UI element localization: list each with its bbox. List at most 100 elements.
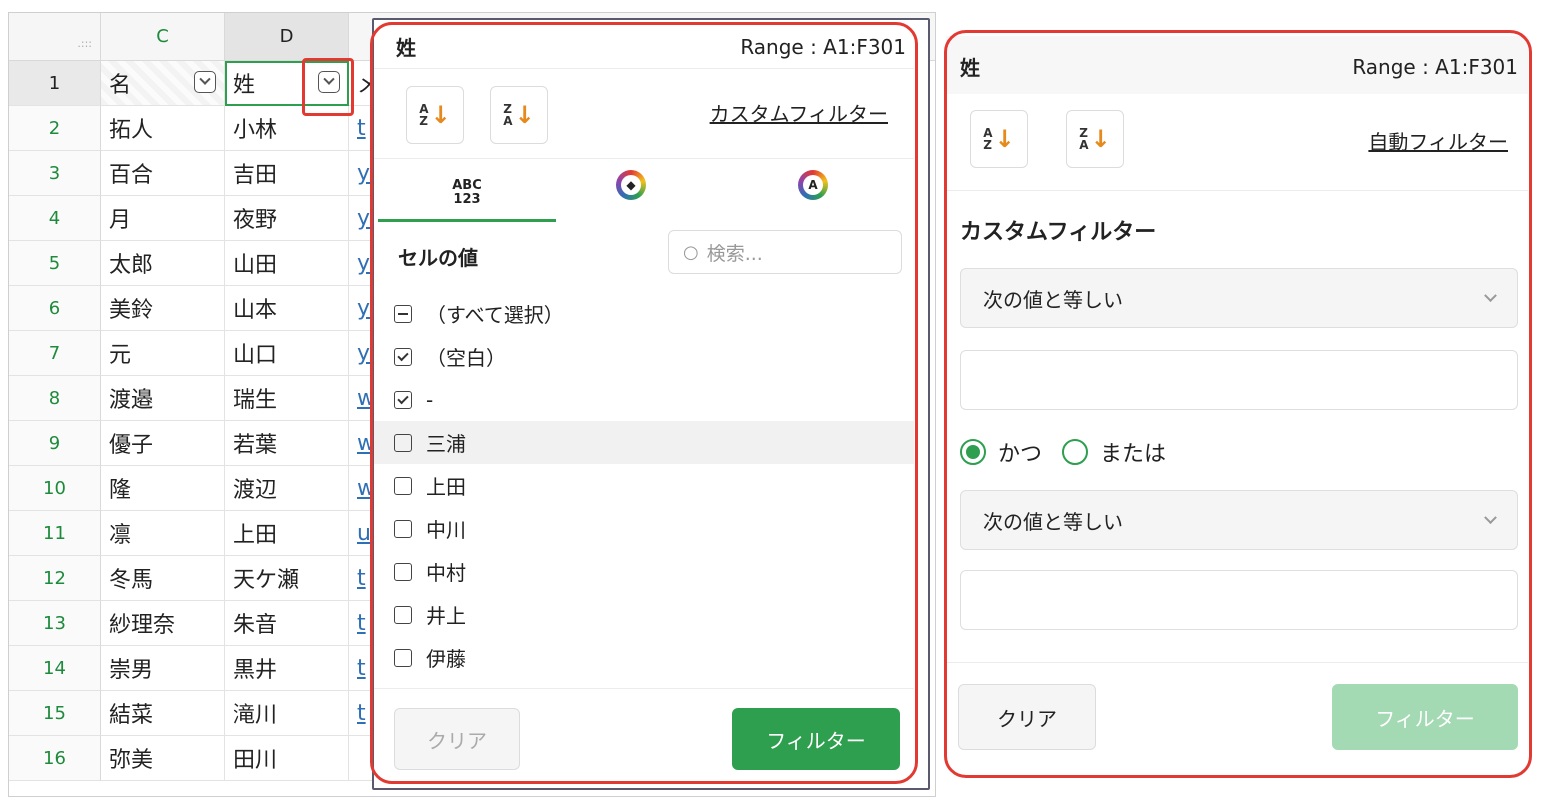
- value-label: 中川: [426, 518, 466, 542]
- cell-last-name[interactable]: 若葉: [225, 421, 349, 466]
- cell-last-name[interactable]: 朱音: [225, 601, 349, 646]
- sort-ascending-button[interactable]: AZ ↓: [970, 110, 1028, 168]
- custom-filter-link[interactable]: カスタムフィルター: [710, 98, 888, 127]
- row-number[interactable]: 12: [9, 556, 101, 601]
- checkbox[interactable]: [394, 519, 412, 538]
- row-number[interactable]: 16: [9, 736, 101, 781]
- row-number[interactable]: 9: [9, 421, 101, 466]
- cell-first-name[interactable]: 渡邉: [101, 376, 225, 421]
- checkbox[interactable]: [394, 347, 412, 366]
- filter-button[interactable]: フィルター: [732, 708, 900, 770]
- or-radio[interactable]: [1062, 439, 1089, 465]
- sort-letter: A: [503, 114, 513, 128]
- row-number[interactable]: 15: [9, 691, 101, 736]
- value-list-item[interactable]: -: [374, 378, 914, 421]
- cell-first-name[interactable]: 冬馬: [101, 556, 225, 601]
- checkbox[interactable]: [394, 304, 412, 323]
- row-number[interactable]: 3: [9, 151, 101, 196]
- cell-first-name[interactable]: 隆: [101, 466, 225, 511]
- condition-select-value: 次の値と等しい: [983, 509, 1123, 534]
- header-cell-last-name[interactable]: 姓: [225, 61, 349, 106]
- search-input[interactable]: ○ 検索...: [668, 230, 902, 274]
- cell-last-name[interactable]: 小林: [225, 106, 349, 151]
- cell-first-name[interactable]: 太郎: [101, 241, 225, 286]
- condition-select-1[interactable]: 次の値と等しい: [960, 268, 1518, 328]
- row-number[interactable]: 14: [9, 646, 101, 691]
- cell-first-name[interactable]: 百合: [101, 151, 225, 196]
- filter-dropdown-button[interactable]: [194, 71, 216, 93]
- cell-first-name[interactable]: 崇男: [101, 646, 225, 691]
- cell-last-name[interactable]: 吉田: [225, 151, 349, 196]
- sort-ascending-button[interactable]: AZ ↓: [406, 86, 464, 144]
- cell-last-name[interactable]: 田川: [225, 736, 349, 781]
- row-number[interactable]: 10: [9, 466, 101, 511]
- filter-dropdown-button-active[interactable]: [318, 71, 340, 93]
- checkbox[interactable]: [394, 433, 412, 452]
- header-cell-first-name[interactable]: 名: [101, 61, 225, 106]
- checkbox[interactable]: [394, 476, 412, 495]
- clear-button[interactable]: クリア: [958, 684, 1096, 750]
- sort-descending-button[interactable]: ZA ↓: [1066, 110, 1124, 168]
- cell-last-name[interactable]: 天ケ瀬: [225, 556, 349, 601]
- value-list-item[interactable]: 三浦: [374, 421, 914, 464]
- sort-descending-button[interactable]: ZA ↓: [490, 86, 548, 144]
- value-list-item[interactable]: 中川: [374, 507, 914, 550]
- row-number[interactable]: 1: [9, 61, 101, 106]
- cell-last-name[interactable]: 黒井: [225, 646, 349, 691]
- row-number[interactable]: 13: [9, 601, 101, 646]
- cell-first-name[interactable]: 月: [101, 196, 225, 241]
- row-number[interactable]: 7: [9, 331, 101, 376]
- cell-first-name[interactable]: 弥美: [101, 736, 225, 781]
- condition-value-input-2[interactable]: [960, 570, 1518, 630]
- arrow-down-icon: ↓: [994, 125, 1015, 153]
- cell-first-name[interactable]: 結菜: [101, 691, 225, 736]
- cell-first-name[interactable]: 凛: [101, 511, 225, 556]
- cell-first-name[interactable]: 元: [101, 331, 225, 376]
- row-number[interactable]: 6: [9, 286, 101, 331]
- cell-last-name[interactable]: 山口: [225, 331, 349, 376]
- checkbox[interactable]: [394, 390, 412, 409]
- tab-fill-color[interactable]: ◆: [616, 170, 646, 200]
- cell-last-name[interactable]: 瑞生: [225, 376, 349, 421]
- column-header-c[interactable]: C: [101, 13, 225, 61]
- condition-select-2[interactable]: 次の値と等しい: [960, 490, 1518, 550]
- value-list-item[interactable]: 上田: [374, 464, 914, 507]
- condition-value-input-1[interactable]: [960, 350, 1518, 410]
- checkbox[interactable]: [394, 605, 412, 624]
- row-number[interactable]: 8: [9, 376, 101, 421]
- value-list-item[interactable]: （すべて選択）: [374, 292, 914, 335]
- cell-first-name[interactable]: 美鈴: [101, 286, 225, 331]
- value-list-item[interactable]: （空白）: [374, 335, 914, 378]
- cell-first-name[interactable]: 拓人: [101, 106, 225, 151]
- value-label: 中村: [426, 561, 466, 585]
- cell-last-name[interactable]: 山本: [225, 286, 349, 331]
- cell-first-name[interactable]: 紗理奈: [101, 601, 225, 646]
- value-list-item[interactable]: 伊藤: [374, 636, 914, 679]
- select-all-corner[interactable]: .:::: [9, 13, 101, 61]
- value-label: （すべて選択）: [426, 303, 564, 327]
- and-radio[interactable]: [960, 439, 986, 465]
- filter-button[interactable]: フィルター: [1332, 684, 1518, 750]
- value-list-item[interactable]: 井上: [374, 593, 914, 636]
- clear-button[interactable]: クリア: [394, 708, 520, 770]
- row-number[interactable]: 4: [9, 196, 101, 241]
- value-list-item[interactable]: 中村: [374, 550, 914, 593]
- row-number[interactable]: 11: [9, 511, 101, 556]
- auto-filter-link[interactable]: 自動フィルター: [1368, 126, 1508, 155]
- table-row: 16 弥美 田川: [9, 736, 379, 781]
- row-number[interactable]: 5: [9, 241, 101, 286]
- checkbox[interactable]: [394, 562, 412, 581]
- table-row: 8 渡邉 瑞生 w: [9, 376, 379, 421]
- tab-cell-values[interactable]: ABC 123: [378, 166, 556, 222]
- cell-first-name[interactable]: 優子: [101, 421, 225, 466]
- cell-last-name[interactable]: 山田: [225, 241, 349, 286]
- cell-last-name[interactable]: 滝川: [225, 691, 349, 736]
- tab-font-color[interactable]: A: [798, 170, 828, 200]
- checkbox[interactable]: [394, 648, 412, 667]
- row-number[interactable]: 2: [9, 106, 101, 151]
- panel-title: 姓: [960, 56, 980, 80]
- column-header-d[interactable]: D: [225, 13, 349, 61]
- cell-last-name[interactable]: 夜野: [225, 196, 349, 241]
- cell-last-name[interactable]: 渡辺: [225, 466, 349, 511]
- cell-last-name[interactable]: 上田: [225, 511, 349, 556]
